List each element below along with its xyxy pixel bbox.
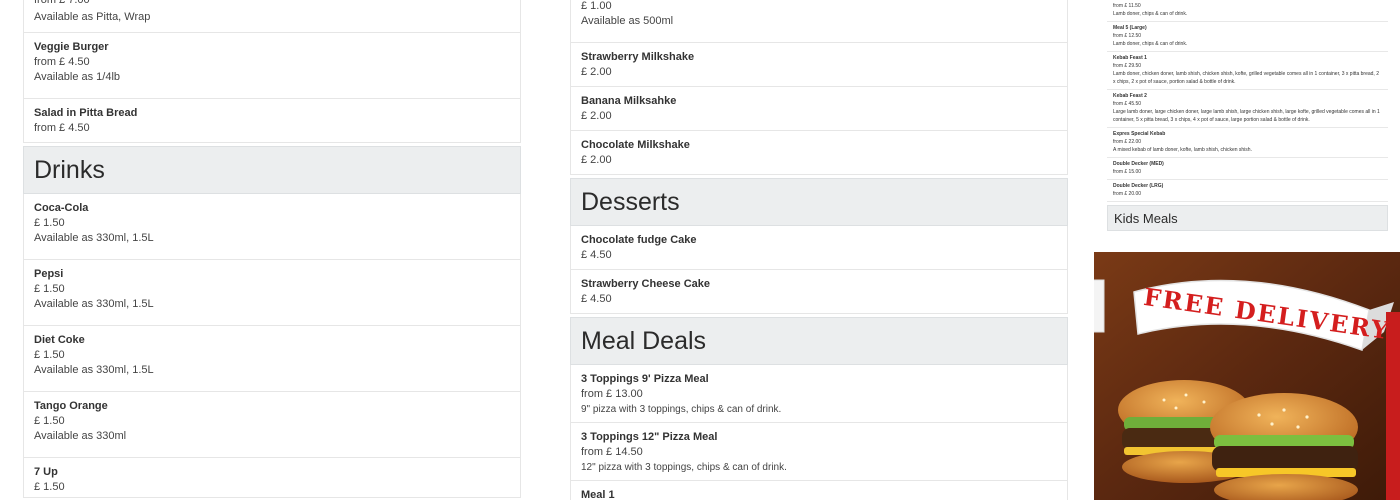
item-desc: Available as 330ml, 1.5L <box>34 298 154 310</box>
item-desc: A mixed kebab of lamb doner, kofte, lamb… <box>1113 147 1252 153</box>
item-price: from £ 13.00 <box>581 388 643 400</box>
menu-item[interactable]: Salad in Pitta Bread from £ 4.50 <box>23 99 521 143</box>
menu-item[interactable]: Chocolate Milkshake £ 2.00 <box>570 131 1068 175</box>
menu-item[interactable]: Pepsi £ 1.50 Available as 330ml, 1.5L <box>23 260 521 326</box>
item-name: Chocolate Milkshake <box>581 139 690 151</box>
item-price: from £ 29.50 <box>1113 63 1142 69</box>
menu-item[interactable]: Expres Special Kebab from £ 22.00 A mixe… <box>1107 128 1388 158</box>
menu-item[interactable]: Double Decker (LRG) from £ 20.00 <box>1107 180 1388 202</box>
menu-item[interactable]: Coca-Cola £ 1.50 Available as 330ml, 1.5… <box>23 194 521 260</box>
menu-item[interactable]: Kebab Feast 1 from £ 29.50 Lamb doner, c… <box>1107 52 1388 90</box>
item-name: Salad in Pitta Bread <box>34 107 138 119</box>
item-desc: Available as 1/4lb <box>34 71 121 83</box>
menu-item[interactable]: 7 Up £ 1.50 <box>23 458 521 498</box>
item-desc: Available as 330ml <box>34 430 127 442</box>
item-name: Kebab Feast 1 <box>1113 55 1147 61</box>
item-desc: 9" pizza with 3 toppings, chips & can of… <box>581 404 782 415</box>
item-price: £ 1.50 <box>34 349 65 361</box>
item-desc: Large lamb doner, large chicken doner, l… <box>1113 109 1380 123</box>
menu-item[interactable]: from £ 7.00 Available as Pitta, Wrap <box>23 0 521 33</box>
item-name: 3 Toppings 9' Pizza Meal <box>581 373 709 385</box>
item-name: Meal 5 (Large) <box>1113 25 1147 31</box>
item-name: 3 Toppings 12" Pizza Meal <box>581 431 718 443</box>
item-price: from £ 7.00 <box>34 0 90 6</box>
item-desc: Available as 500ml <box>581 15 674 27</box>
item-name: Banana Milksahke <box>581 95 677 107</box>
item-price: from £ 11.50 <box>1113 3 1141 9</box>
menu-item[interactable]: £ 1.00 Available as 500ml <box>570 0 1068 43</box>
menu-item[interactable]: 3 Toppings 12" Pizza Meal from £ 14.50 1… <box>570 423 1068 481</box>
item-name: Strawberry Cheese Cake <box>581 278 711 290</box>
item-desc: Available as 330ml, 1.5L <box>34 232 154 244</box>
item-name: Pepsi <box>34 268 64 280</box>
item-price: from £ 14.50 <box>581 446 643 458</box>
item-name: Chocolate fudge Cake <box>581 234 697 246</box>
banner-artwork <box>1094 252 1400 500</box>
item-desc: Available as Pitta, Wrap <box>34 11 151 23</box>
item-price: from £ 45.50 <box>1113 101 1142 107</box>
menu-item[interactable]: Double Decker (MED) from £ 15.00 <box>1107 158 1388 180</box>
item-name: Expres Special Kebab <box>1113 131 1166 137</box>
item-desc: Lamb doner, chicken doner, lamb shish, c… <box>1113 71 1379 85</box>
item-name: Meal 1 <box>581 489 615 500</box>
item-price: £ 2.00 <box>581 110 612 122</box>
menu-column-right: from £ 11.50 Lamb doner, chips & can of … <box>1107 0 1388 231</box>
free-delivery-banner[interactable]: FREE DELIVERY <box>1094 252 1400 500</box>
menu-item[interactable]: Veggie Burger from £ 4.50 Available as 1… <box>23 33 521 99</box>
item-name: Kebab Feast 2 <box>1113 93 1147 99</box>
item-price: £ 1.50 <box>34 415 65 427</box>
item-desc: 12" pizza with 3 toppings, chips & can o… <box>581 462 787 473</box>
menu-item[interactable]: Diet Coke £ 1.50 Available as 330ml, 1.5… <box>23 326 521 392</box>
item-desc: Lamb doner, chips & can of drink. <box>1113 41 1188 47</box>
menu-item[interactable]: Strawberry Cheese Cake £ 4.50 <box>570 270 1068 314</box>
menu-item[interactable]: Tango Orange £ 1.50 Available as 330ml <box>23 392 521 458</box>
menu-item[interactable]: from £ 11.50 Lamb doner, chips & can of … <box>1107 2 1388 22</box>
item-name: Coca-Cola <box>34 202 89 214</box>
item-price: £ 1.50 <box>34 481 65 493</box>
item-price: from £ 20.00 <box>1113 191 1142 197</box>
item-price: from £ 12.50 <box>1113 33 1142 39</box>
menu-item[interactable]: Meal 1 <box>570 481 1068 500</box>
item-price: £ 4.50 <box>581 249 612 261</box>
item-price: £ 2.00 <box>581 154 612 166</box>
item-desc: Available as 330ml, 1.5L <box>34 364 154 376</box>
item-price: £ 1.50 <box>34 283 65 295</box>
item-name: Strawberry Milkshake <box>581 51 695 63</box>
item-price: £ 4.50 <box>581 293 612 305</box>
item-name: Double Decker (MED) <box>1113 161 1164 167</box>
item-price: £ 2.00 <box>581 66 612 78</box>
burger-image-2 <box>1210 393 1358 500</box>
item-name: Tango Orange <box>34 400 108 412</box>
section-heading-drinks: Drinks <box>23 146 521 194</box>
item-name: Double Decker (LRG) <box>1113 183 1164 189</box>
menu-column-middle: £ 1.00 Available as 500ml Strawberry Mil… <box>570 0 1068 500</box>
item-price: £ 1.00 <box>581 0 612 12</box>
section-heading-kids-meals: Kids Meals <box>1107 205 1388 231</box>
item-price: from £ 4.50 <box>34 122 90 134</box>
section-heading-meal-deals: Meal Deals <box>570 317 1068 365</box>
item-desc: Lamb doner, chips & can of drink. <box>1113 11 1188 17</box>
menu-item[interactable]: Banana Milksahke £ 2.00 <box>570 87 1068 131</box>
item-price: from £ 4.50 <box>34 56 90 68</box>
menu-item[interactable]: Meal 5 (Large) from £ 12.50 Lamb doner, … <box>1107 22 1388 52</box>
menu-item[interactable]: Chocolate fudge Cake £ 4.50 <box>570 226 1068 270</box>
item-name: 7 Up <box>34 466 58 478</box>
menu-item[interactable]: 3 Toppings 9' Pizza Meal from £ 13.00 9"… <box>570 365 1068 423</box>
item-price: from £ 15.00 <box>1113 169 1142 175</box>
menu-item[interactable]: Kebab Feast 2 from £ 45.50 Large lamb do… <box>1107 90 1388 128</box>
menu-item[interactable]: Strawberry Milkshake £ 2.00 <box>570 43 1068 87</box>
section-heading-desserts: Desserts <box>570 178 1068 226</box>
item-name: Diet Coke <box>34 334 85 346</box>
menu-column-left: from £ 7.00 Available as Pitta, Wrap Veg… <box>23 0 521 498</box>
item-name: Veggie Burger <box>34 41 109 53</box>
item-price: £ 1.50 <box>34 217 65 229</box>
item-price: from £ 22.00 <box>1113 139 1142 145</box>
